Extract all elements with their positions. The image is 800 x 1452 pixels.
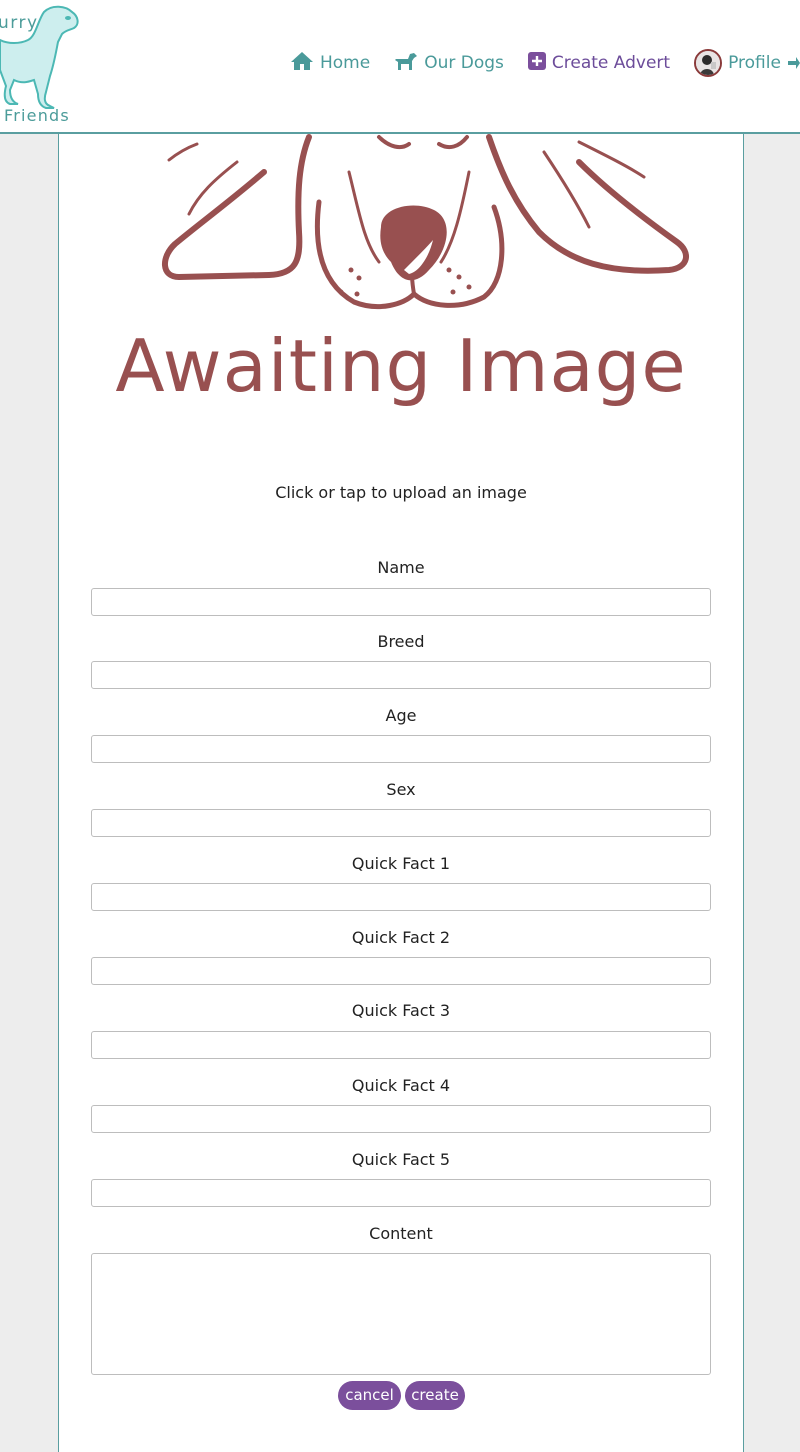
name-label: Name [377, 558, 425, 577]
quick-fact-3-label: Quick Fact 3 [351, 1001, 451, 1020]
quick-fact-3-input[interactable] [91, 1031, 711, 1059]
quick-fact-1-label: Quick Fact 1 [351, 854, 451, 873]
brand-text-top: urry [0, 13, 39, 33]
quick-fact-5-label: Quick Fact 5 [351, 1150, 451, 1169]
dog-icon [394, 51, 418, 76]
nav-profile-label: Profile [728, 53, 781, 73]
quick-fact-2-label: Quick Fact 2 [351, 928, 451, 947]
sex-label: Sex [386, 780, 416, 799]
image-upload-area[interactable] [109, 132, 699, 332]
quick-fact-4-input[interactable] [91, 1105, 711, 1133]
nav-home-link[interactable]: Home [290, 51, 370, 76]
quick-fact-1-input[interactable] [91, 883, 711, 911]
nav-our-dogs-link[interactable]: Our Dogs [394, 51, 504, 76]
upload-hint-text[interactable]: Click or tap to upload an image [59, 483, 743, 502]
sex-input[interactable] [91, 809, 711, 837]
cancel-button[interactable]: cancel [338, 1381, 401, 1410]
age-label: Age [385, 706, 417, 725]
avatar [694, 49, 723, 77]
nav-create-advert-link[interactable]: Create Advert [527, 51, 671, 75]
quick-fact-2-input[interactable] [91, 957, 711, 985]
breed-label: Breed [377, 632, 425, 651]
brand-logo[interactable]: urry Friends [0, 0, 90, 130]
breed-input[interactable] [91, 661, 711, 689]
nav-create-advert-label: Create Advert [551, 53, 671, 73]
quick-fact-5-input[interactable] [91, 1179, 711, 1207]
age-input[interactable] [91, 735, 711, 763]
create-button[interactable]: create [405, 1381, 465, 1410]
plus-square-icon [527, 51, 546, 75]
nav-our-dogs-label: Our Dogs [424, 53, 504, 73]
advert-form-card: Awaiting Image Click or tap to upload an… [58, 132, 744, 1452]
navbar: urry Friends Home Our Dogs Create Advert [0, 0, 800, 134]
name-input[interactable] [91, 588, 711, 616]
content-textarea[interactable] [91, 1253, 711, 1375]
dog-face-placeholder-icon [162, 134, 689, 310]
nav-home-label: Home [320, 53, 371, 73]
awaiting-image-text[interactable]: Awaiting Image [59, 324, 743, 408]
sign-out-icon[interactable] [788, 54, 800, 76]
brand-text-bottom: Friends [4, 106, 70, 125]
home-icon [290, 51, 314, 76]
nav-profile-link[interactable]: Profile [694, 49, 781, 77]
quick-fact-4-label: Quick Fact 4 [351, 1076, 451, 1095]
content-label: Content [369, 1224, 433, 1243]
nav-links: Home Our Dogs Create Advert Profile [290, 48, 800, 78]
